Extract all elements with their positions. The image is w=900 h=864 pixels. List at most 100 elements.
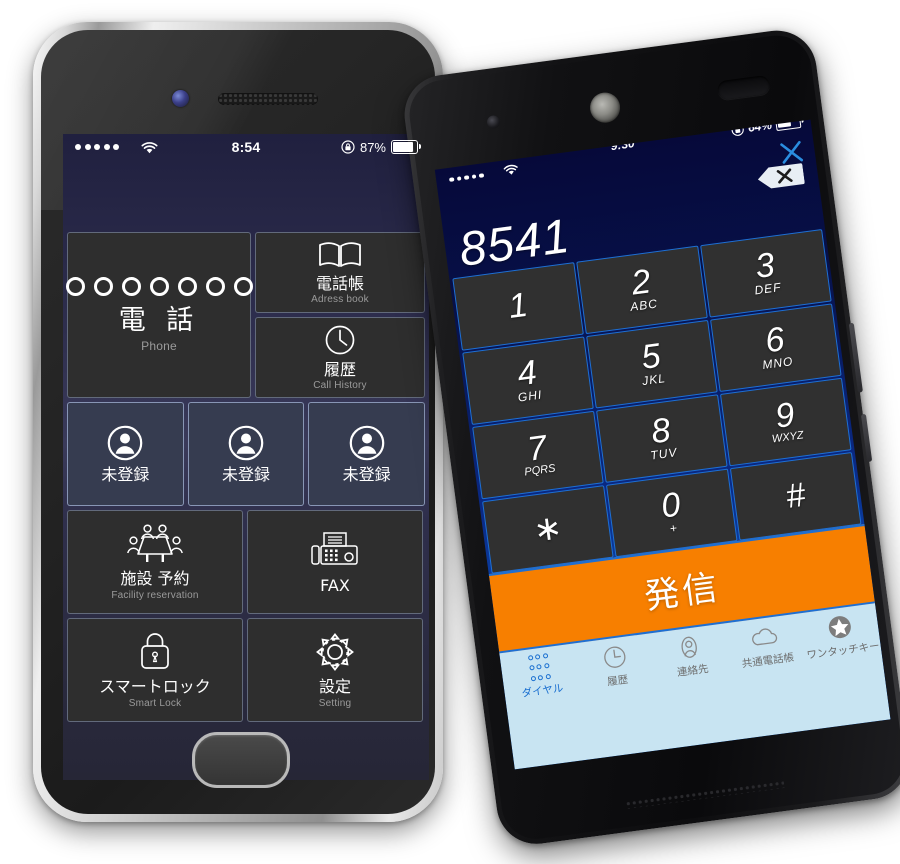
- right-status-right: 64%: [730, 119, 802, 138]
- home-button[interactable]: [192, 732, 290, 788]
- battery-icon: [774, 119, 802, 131]
- person-circle-icon: [349, 425, 385, 461]
- key-9-number: 9: [772, 395, 797, 436]
- key-6-number: 6: [762, 319, 787, 361]
- right-phone-screen: 9:30 64% 8541 1 2 ABC 3 DEF 4 GHI 5 JKL …: [434, 119, 891, 770]
- tile-contact-1[interactable]: 未登録: [67, 402, 184, 506]
- key-2-letters: ABC: [629, 296, 659, 315]
- key-hash-number: #: [783, 475, 808, 517]
- key-9-letters: WXYZ: [771, 429, 805, 446]
- key-7-number: 7: [525, 428, 549, 469]
- key-3-number: 3: [752, 245, 777, 286]
- backspace-icon[interactable]: [756, 161, 805, 192]
- key-0-letters: +: [668, 521, 679, 537]
- tab-history[interactable]: 履歴: [575, 638, 656, 693]
- tile-column-right: 電話帳 Adress book 履歴 Call History: [255, 232, 425, 398]
- key-4-letters: GHI: [517, 387, 544, 405]
- book-icon: [316, 240, 364, 270]
- bottom-speaker-grill: [624, 780, 785, 810]
- key-0-number: 0: [658, 485, 683, 526]
- star-icon: [825, 612, 854, 643]
- key-7[interactable]: 7 PQRS: [472, 410, 604, 500]
- key-3-letters: DEF: [753, 280, 783, 298]
- tile-call-history[interactable]: 履歴 Call History: [255, 317, 425, 398]
- left-phone-body: 8:54 87% 電 話 Phone 電話帳 Adress book 履歴 Ca…: [41, 30, 435, 814]
- tile-address-book[interactable]: 電話帳 Adress book: [255, 232, 425, 313]
- key-5-letters: JKL: [641, 371, 667, 389]
- tile-row-4: スマートロック Smart Lock 設定 Setting: [67, 618, 425, 722]
- tile-fax[interactable]: FAX: [247, 510, 423, 614]
- tab-one-touch-key-label: ワンタッチキー: [805, 640, 881, 662]
- person-circle-icon: [107, 425, 143, 461]
- rotation-lock-icon: [731, 123, 744, 136]
- tab-dial[interactable]: ダイヤル: [500, 648, 581, 703]
- speaker-slot-icon: [716, 74, 771, 101]
- tile-smart-lock[interactable]: スマートロック Smart Lock: [67, 618, 243, 722]
- key-4[interactable]: 4 GHI: [462, 336, 594, 426]
- clock-icon: [324, 324, 356, 356]
- tile-setting-label-jp: 設定: [318, 677, 351, 697]
- tile-facility-label-jp: 施設 予約: [120, 569, 190, 589]
- key-7-letters: PQRS: [523, 462, 557, 479]
- tile-facility-reservation[interactable]: 施設 予約 Facility reservation: [67, 510, 243, 614]
- tile-phone[interactable]: 電 話 Phone: [65, 232, 281, 398]
- key-4-number: 4: [515, 352, 539, 394]
- tab-contacts[interactable]: 連絡先: [650, 628, 731, 683]
- meeting-table-icon: [124, 523, 186, 565]
- key-1-number: 1: [506, 285, 530, 326]
- tile-row-1: 電 話 Phone 電話帳 Adress book 履歴 Call Histor…: [65, 232, 425, 398]
- tile-address-book-label-jp: 電話帳: [315, 273, 364, 293]
- left-status-right: 87%: [341, 139, 421, 155]
- key-9[interactable]: 9 WXYZ: [719, 377, 852, 467]
- key-5[interactable]: 5 JKL: [586, 319, 718, 409]
- clock-icon: [601, 642, 628, 673]
- tile-contact-2-label: 未登録: [222, 464, 271, 484]
- battery-percent: 87%: [359, 139, 386, 155]
- tile-row-contacts: 未登録 未登録 未登録: [67, 402, 426, 506]
- person-icon: [676, 632, 703, 663]
- right-phone-device: 9:30 64% 8541 1 2 ABC 3 DEF 4 GHI 5 JKL …: [399, 25, 900, 849]
- tile-setting-label-en: Setting: [318, 697, 352, 709]
- tile-phone-label-en: Phone: [141, 338, 177, 353]
- tab-history-label: 履歴: [606, 673, 629, 689]
- key-3[interactable]: 3 DEF: [700, 229, 832, 318]
- key-8[interactable]: 8 TUV: [596, 394, 728, 483]
- tab-contacts-label: 連絡先: [676, 662, 710, 680]
- key-star-number: ∗: [531, 508, 565, 550]
- front-camera-icon: [172, 90, 189, 107]
- call-button-label: 発信: [642, 567, 723, 618]
- keypad-dots-icon: [63, 277, 281, 297]
- key-2[interactable]: 2 ABC: [576, 245, 708, 335]
- screen-header-space: [63, 160, 429, 232]
- front-camera-icon: [486, 114, 501, 130]
- tab-dial-label: ダイヤル: [521, 682, 565, 700]
- key-6-letters: MNO: [761, 354, 795, 373]
- tab-one-touch-key[interactable]: ワンタッチキー: [801, 608, 882, 663]
- key-2-number: 2: [629, 262, 653, 303]
- tile-smart-lock-label-en: Smart Lock: [128, 697, 182, 709]
- battery-percent: 64%: [747, 119, 773, 135]
- tab-shared-directory[interactable]: 共通電話帳: [725, 618, 806, 673]
- tile-contact-2[interactable]: 未登録: [187, 402, 305, 506]
- tile-smart-lock-label-jp: スマートロック: [99, 677, 211, 697]
- left-phone-device: 8:54 87% 電 話 Phone 電話帳 Adress book 履歴 Ca…: [33, 22, 443, 822]
- earpiece-speaker-icon: [218, 93, 318, 105]
- key-5-number: 5: [638, 336, 663, 377]
- key-8-letters: TUV: [649, 445, 679, 463]
- tile-contact-3[interactable]: 未登録: [308, 402, 426, 506]
- tile-address-book-label-en: Adress book: [311, 294, 369, 306]
- tile-fax-label: FAX: [320, 575, 350, 595]
- key-1[interactable]: 1: [452, 262, 584, 351]
- app-tile-grid: 電 話 Phone 電話帳 Adress book 履歴 Call Histor…: [63, 232, 429, 722]
- tile-setting[interactable]: 設定 Setting: [247, 618, 423, 722]
- tile-contact-1-label: 未登録: [101, 464, 150, 484]
- tile-call-history-label-jp: 履歴: [323, 359, 356, 379]
- screenshot-root: 8:54 87% 電 話 Phone 電話帳 Adress book 履歴 Ca…: [0, 0, 900, 850]
- key-6[interactable]: 6 MNO: [710, 303, 842, 392]
- dialpad-keys: 1 2 ABC 3 DEF 4 GHI 5 JKL 6 MNO 7 PQRS 8…: [449, 229, 864, 575]
- tile-call-history-label-en: Call History: [313, 380, 367, 392]
- earpiece-speaker-icon: [588, 90, 622, 125]
- rotation-lock-icon: [341, 140, 355, 154]
- person-circle-icon: [228, 425, 264, 461]
- right-phone-wrapper: 9:30 64% 8541 1 2 ABC 3 DEF 4 GHI 5 JKL …: [399, 22, 900, 863]
